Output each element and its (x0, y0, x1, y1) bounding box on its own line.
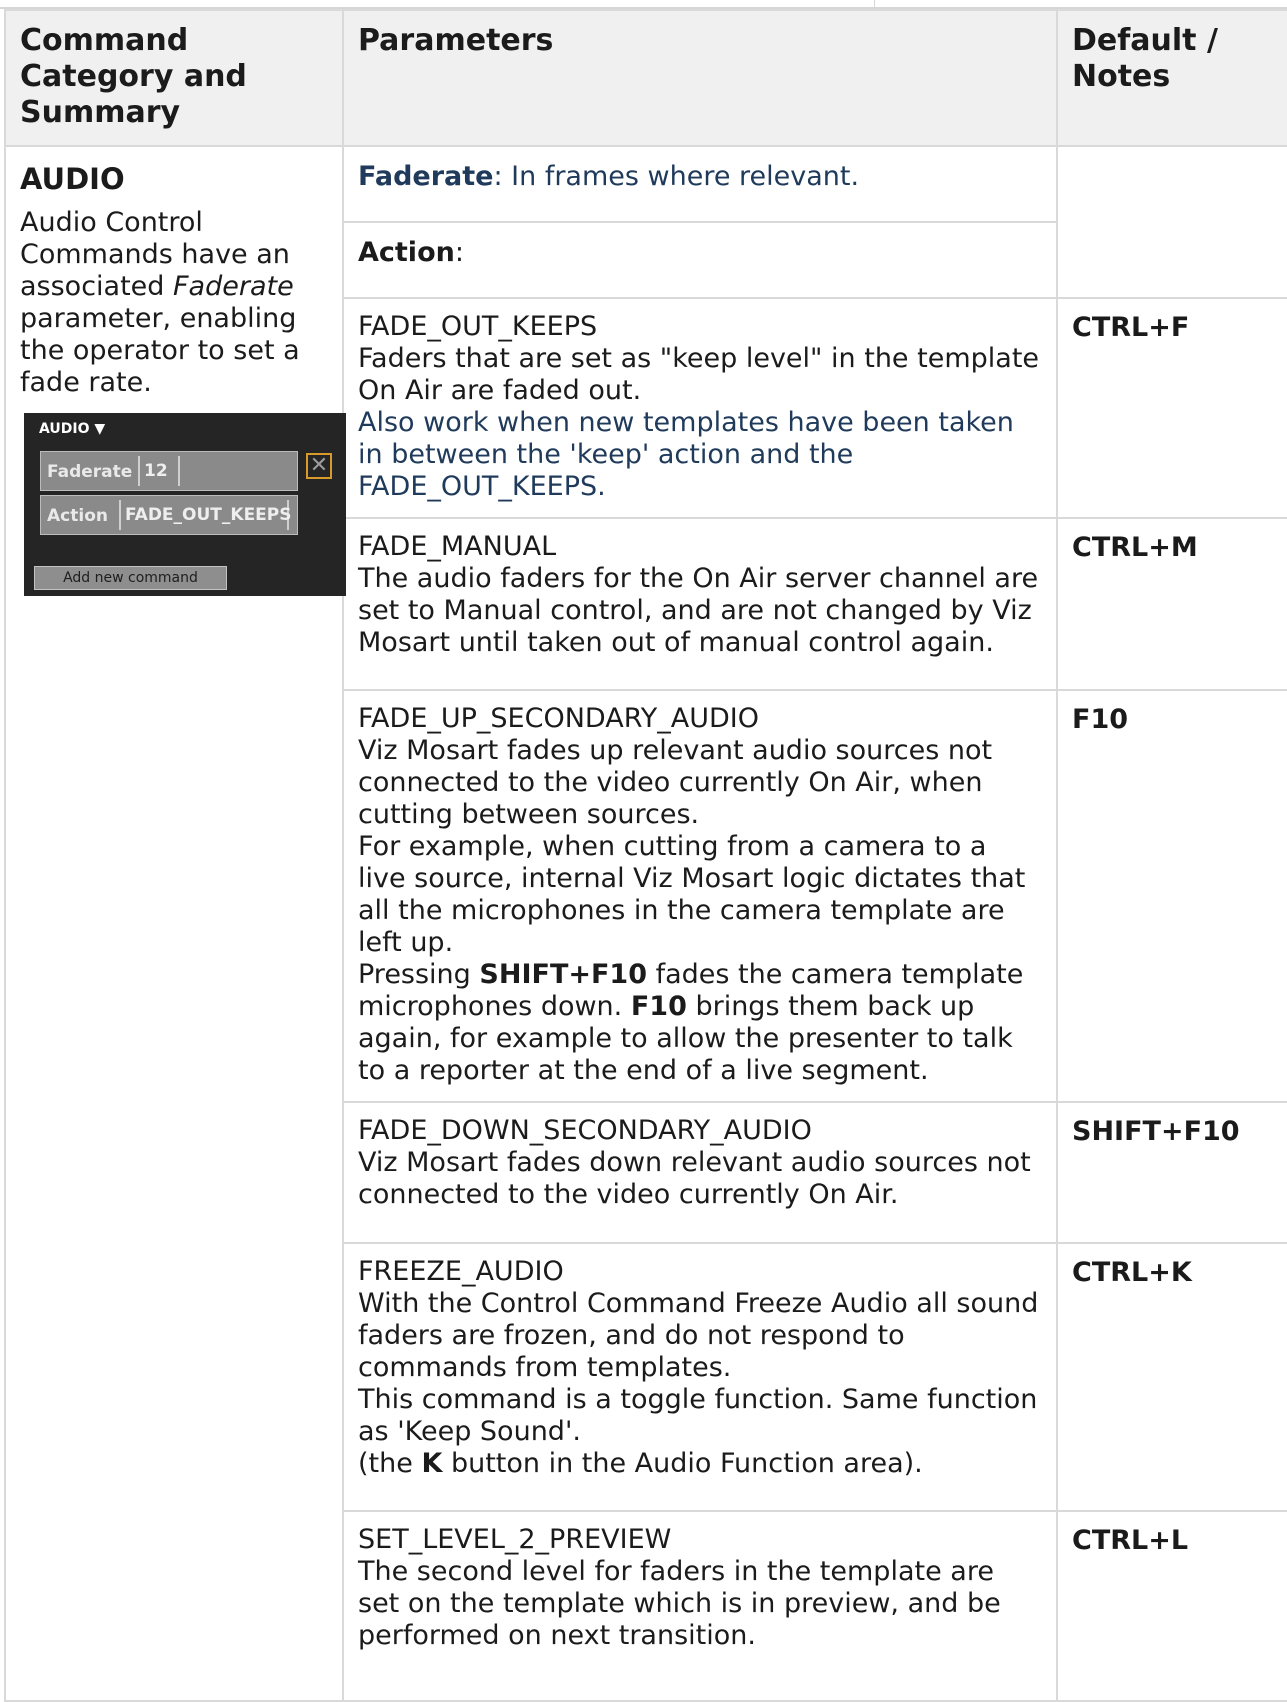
param-faderate: Faderate: In frames where relevant. (342, 145, 1058, 223)
key-text: F10 (630, 991, 687, 1022)
default-key: SHIFT+F10 (1056, 1101, 1287, 1244)
command-description-3: (the K button in the Audio Function area… (358, 1448, 1042, 1480)
category-desc-text-2: parameter, enabling the operator to set … (20, 303, 300, 398)
command-name: FADE_UP_SECONDARY_AUDIO (358, 703, 759, 734)
default-empty-cell (1056, 145, 1287, 299)
panel-faderate-row: Faderate 12 (40, 451, 298, 491)
category-description: Audio Control Commands have an associate… (20, 207, 328, 399)
header-row: Command Category and Summary Parameters … (4, 9, 1287, 147)
param-action: Action: (342, 221, 1058, 299)
panel-faderate-value: 12 (138, 456, 180, 486)
panel-action-label: Action (47, 506, 108, 526)
default-key: CTRL+L (1056, 1510, 1287, 1702)
command-name: SET_LEVEL_2_PREVIEW (358, 1524, 672, 1555)
command-description: Viz Mosart fades up relevant audio sourc… (358, 735, 993, 830)
command-description: With the Control Command Freeze Audio al… (358, 1288, 1039, 1383)
audio-command-screenshot: AUDIO ▼ Faderate 12 Action FADE_OUT_KEEP… (24, 413, 346, 596)
command-name: FADE_OUT_KEEPS (358, 311, 598, 342)
panel-faderate-label: Faderate (47, 462, 133, 482)
command-table: Command Category and Summary Parameters … (4, 9, 1287, 1702)
command-note: Also work when new templates have been t… (358, 407, 1014, 502)
panel-action-value: FADE_OUT_KEEPS (119, 500, 292, 530)
text: (the (358, 1448, 422, 1479)
action-label: Action (358, 237, 455, 268)
add-new-command-button: Add new command (34, 566, 227, 590)
command-description: Faders that are set as "keep level" in t… (358, 343, 1040, 406)
command-name: FREEZE_AUDIO (358, 1256, 564, 1287)
table-row-faderate: AUDIO Audio Control Commands have an ass… (4, 145, 1287, 1702)
default-key: F10 (1056, 689, 1287, 1103)
command-cell-fade-down-secondary: FADE_DOWN_SECONDARY_AUDIO Viz Mosart fad… (342, 1101, 1058, 1244)
action-colon: : (454, 237, 464, 268)
category-cell: AUDIO Audio Control Commands have an ass… (4, 145, 346, 1702)
command-description: The second level for faders in the templ… (358, 1556, 1001, 1651)
faderate-text: : In frames where relevant. (493, 161, 860, 192)
panel-title: AUDIO ▼ (39, 421, 106, 437)
header-category: Command Category and Summary (4, 9, 344, 147)
header-parameters: Parameters (342, 9, 1058, 147)
command-description-2: This command is a toggle function. Same … (358, 1384, 1038, 1447)
command-cell-fade-out-keeps: FADE_OUT_KEEPS Faders that are set as "k… (342, 297, 1058, 519)
text: Pressing (358, 959, 480, 990)
category-title: AUDIO (20, 162, 125, 196)
panel-action-row: Action FADE_OUT_KEEPS (40, 495, 298, 535)
text: button in the Audio Function area). (442, 1448, 923, 1479)
top-strip (0, 0, 1287, 9)
key-text: K (421, 1448, 443, 1479)
key-text: SHIFT+F10 (479, 959, 647, 990)
faderate-label: Faderate (358, 161, 494, 192)
command-cell-freeze-audio: FREEZE_AUDIO With the Control Command Fr… (342, 1242, 1058, 1512)
command-description-3: Pressing SHIFT+F10 fades the camera temp… (358, 959, 1042, 1087)
command-cell-set-level-2-preview: SET_LEVEL_2_PREVIEW The second level for… (342, 1510, 1058, 1702)
command-name: FADE_DOWN_SECONDARY_AUDIO (358, 1115, 812, 1146)
command-description-2: For example, when cutting from a camera … (358, 831, 1026, 958)
header-default-notes: Default / Notes (1056, 9, 1287, 147)
default-key: CTRL+F (1056, 297, 1287, 519)
command-description: Viz Mosart fades down relevant audio sou… (358, 1147, 1031, 1210)
top-tick (874, 0, 875, 8)
command-cell-fade-up-secondary: FADE_UP_SECONDARY_AUDIO Viz Mosart fades… (342, 689, 1058, 1103)
command-name: FADE_MANUAL (358, 531, 557, 562)
command-description: The audio faders for the On Air server c… (358, 563, 1039, 658)
command-cell-fade-manual: FADE_MANUAL The audio faders for the On … (342, 517, 1058, 691)
default-key: CTRL+K (1056, 1242, 1287, 1512)
default-key: CTRL+M (1056, 517, 1287, 691)
category-desc-italic: Faderate (173, 271, 294, 302)
close-icon: ✕ (306, 453, 332, 479)
